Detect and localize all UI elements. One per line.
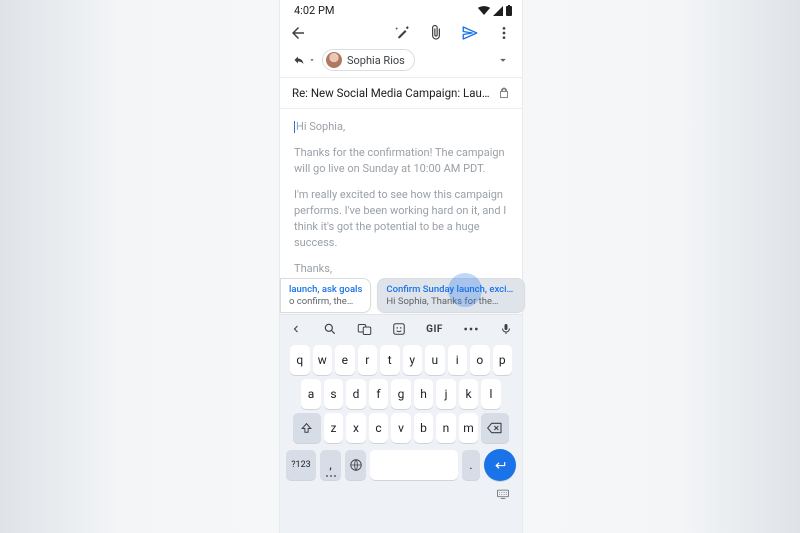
expand-recipients-icon[interactable] [496,53,510,67]
status-time: 4:02 PM [294,4,334,17]
keyboard-row-3: zxcvbnm [280,411,522,445]
key-b[interactable]: b [414,413,434,443]
kbd-translate-icon[interactable] [357,322,372,337]
phone-frame: 4:02 PM [280,0,522,533]
key-n[interactable]: n [436,413,456,443]
key-s[interactable]: s [324,379,344,409]
subject-text: Re: New Social Media Campaign: Launching… [292,86,492,100]
key-m[interactable]: m [459,413,479,443]
subject-row[interactable]: Re: New Social Media Campaign: Launching… [280,78,522,109]
smart-reply-row: launch, ask goals o confirm, the… Confir… [280,278,522,313]
key-z[interactable]: z [324,413,344,443]
nav-bar [280,485,522,503]
key-j[interactable]: j [436,379,456,409]
language-key[interactable] [345,450,366,480]
body-greeting: Hi Sophia, [296,120,345,133]
status-bar: 4:02 PM [280,0,522,17]
period-key[interactable]: . [462,450,480,480]
attach-icon[interactable] [426,23,446,43]
key-v[interactable]: v [391,413,411,443]
key-q[interactable]: q [290,345,310,375]
keyboard-collapse-icon[interactable] [496,489,510,499]
key-y[interactable]: y [403,345,423,375]
key-d[interactable]: d [346,379,366,409]
key-a[interactable]: a [301,379,321,409]
suggestion-chip-2[interactable]: Confirm Sunday launch, excited. Hi Sophi… [377,278,525,313]
key-t[interactable]: t [380,345,400,375]
spacebar-key[interactable] [370,450,458,480]
send-button[interactable] [460,23,480,43]
recipient-chip[interactable]: Sophia Rios [322,49,415,71]
kbd-back-icon[interactable] [290,323,302,335]
email-body[interactable]: Hi Sophia, Thanks for the confirmation! … [280,109,522,292]
key-g[interactable]: g [391,379,411,409]
text-cursor [294,121,295,133]
overflow-menu-icon[interactable] [494,23,514,43]
key-w[interactable]: w [313,345,333,375]
key-i[interactable]: i [448,345,468,375]
onscreen-keyboard: GIF qwertyuiop asdfghjkl zxcvbnm ?123 [280,314,522,533]
kbd-more-icon[interactable] [463,325,479,333]
key-e[interactable]: e [335,345,355,375]
key-x[interactable]: x [346,413,366,443]
key-h[interactable]: h [414,379,434,409]
emoji-key[interactable]: , [320,450,341,480]
keyboard-row-1: qwertyuiop [280,343,522,377]
body-p2: I'm really excited to see how this campa… [294,187,508,251]
back-button[interactable] [288,23,308,43]
key-f[interactable]: f [369,379,389,409]
recipient-name: Sophia Rios [347,54,405,67]
backspace-key[interactable] [481,413,509,443]
shift-key[interactable] [293,413,321,443]
suggestion-chip-1[interactable]: launch, ask goals o confirm, the… [280,278,371,313]
kbd-search-icon[interactable] [323,322,337,336]
body-p1: Thanks for the confirmation! The campaig… [294,145,508,177]
key-r[interactable]: r [358,345,378,375]
suggestion-subtitle: o confirm, the… [289,296,362,307]
key-u[interactable]: u [425,345,445,375]
signal-icon [493,6,503,16]
avatar [326,52,342,68]
key-c[interactable]: c [369,413,389,443]
app-bar [280,17,522,45]
kbd-mic-icon[interactable] [500,321,512,337]
lock-icon [498,87,510,99]
suggestion-title: launch, ask goals [289,284,362,295]
key-k[interactable]: k [459,379,479,409]
body-close: Thanks, [294,261,508,277]
key-l[interactable]: l [481,379,501,409]
battery-icon [506,5,512,16]
keyboard-toolbar: GIF [280,315,522,343]
kbd-gif-button[interactable]: GIF [426,324,443,335]
magic-compose-icon[interactable] [392,23,412,43]
keyboard-row-4: ?123 , . [280,445,522,485]
enter-key[interactable] [484,449,516,481]
kbd-sticker-icon[interactable] [392,322,406,336]
keyboard-row-2: asdfghjkl [280,377,522,411]
symbols-key[interactable]: ?123 [286,450,316,480]
key-o[interactable]: o [470,345,490,375]
wifi-icon [478,6,490,16]
recipient-row: Sophia Rios [280,45,522,78]
reply-mode-button[interactable] [292,54,316,66]
key-p[interactable]: p [493,345,513,375]
